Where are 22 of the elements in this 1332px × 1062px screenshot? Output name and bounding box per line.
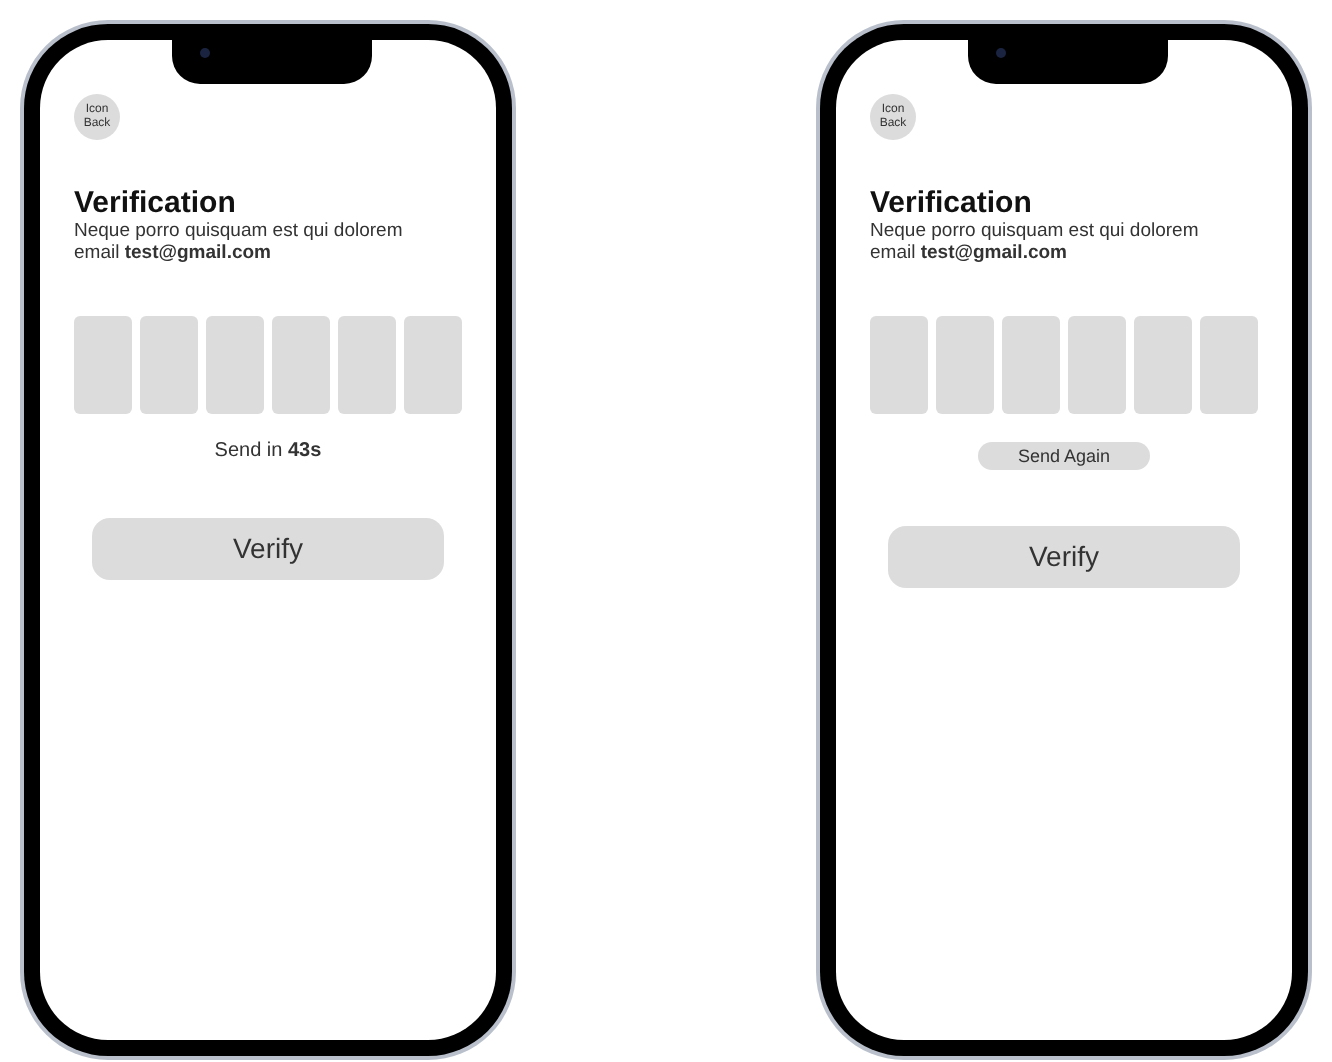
- screen-subtitle: Neque porro quisquam est qui dolorem email test@gmail.com: [74, 220, 405, 264]
- camera-icon: [996, 48, 1006, 58]
- code-digit-field[interactable]: [338, 316, 396, 414]
- code-digit-field[interactable]: [1200, 316, 1258, 414]
- send-again-button[interactable]: Send Again: [977, 442, 1151, 470]
- code-digit-field[interactable]: [140, 316, 198, 414]
- verify-button[interactable]: Verify: [888, 526, 1240, 588]
- screen-title: Verification: [74, 186, 238, 220]
- code-digit-field[interactable]: [1134, 316, 1192, 414]
- camera-icon: [200, 48, 210, 58]
- code-digit-field[interactable]: [74, 316, 132, 414]
- code-digit-field[interactable]: [1068, 316, 1126, 414]
- code-digit-field[interactable]: [404, 316, 462, 414]
- code-digit-field[interactable]: [1002, 316, 1060, 414]
- screen-title: Verification: [870, 186, 1034, 220]
- code-digit-field[interactable]: [206, 316, 264, 414]
- screen-subtitle: Neque porro quisquam est qui dolorem email test@gmail.com: [870, 220, 1201, 264]
- code-digit-field[interactable]: [936, 316, 994, 414]
- resend-countdown: Send in 43s: [214, 442, 322, 462]
- code-digit-field[interactable]: [870, 316, 928, 414]
- code-digit-field[interactable]: [272, 316, 330, 414]
- verify-button[interactable]: Verify: [92, 518, 444, 580]
